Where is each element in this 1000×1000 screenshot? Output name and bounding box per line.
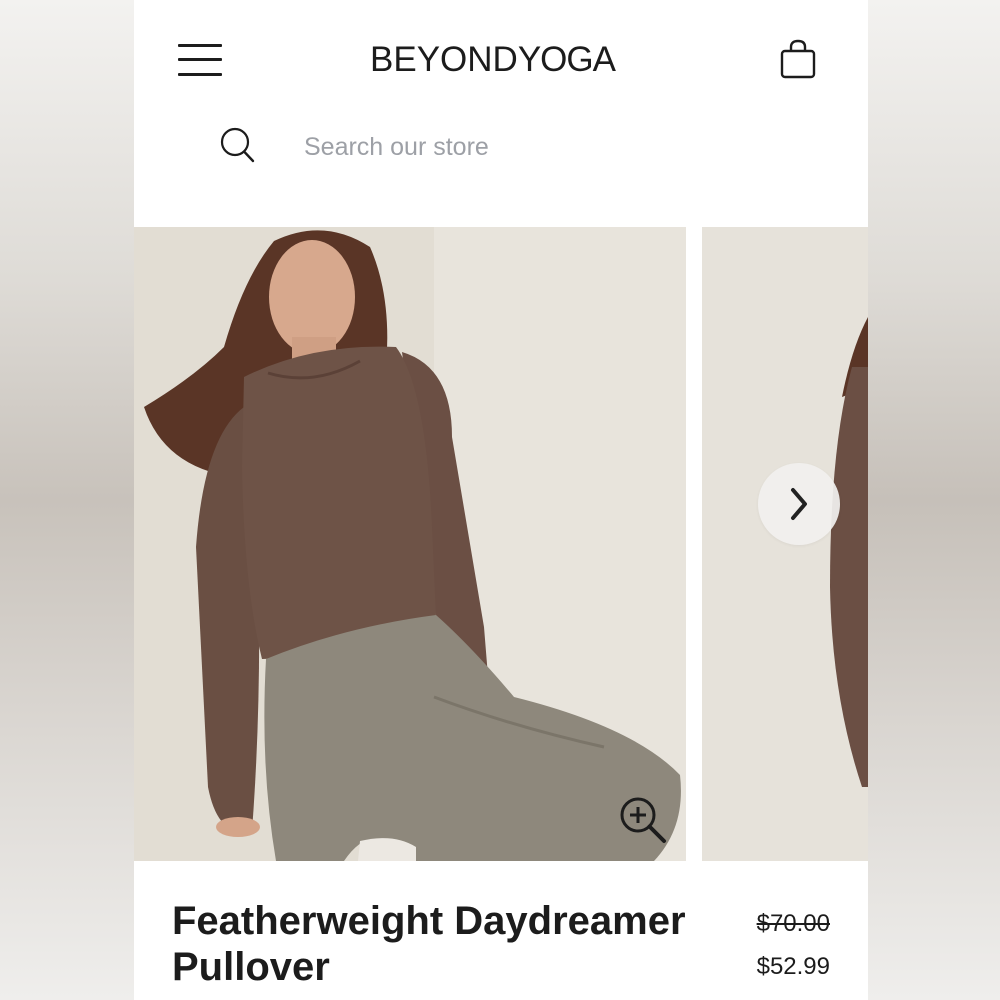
- search-icon[interactable]: [220, 125, 256, 165]
- product-photo-main[interactable]: [134, 227, 686, 861]
- original-price: $70.00: [756, 910, 830, 937]
- blurred-background-right: [868, 0, 1000, 1000]
- zoom-in-icon[interactable]: [618, 795, 670, 847]
- product-image-carousel[interactable]: [134, 227, 868, 861]
- blurred-background-left: [0, 0, 134, 1000]
- logo-word-beyond: BEYOND: [370, 40, 518, 79]
- chevron-right-icon: [791, 488, 807, 520]
- search-input[interactable]: [302, 126, 726, 168]
- next-image-button[interactable]: [758, 463, 840, 545]
- hamburger-menu-icon[interactable]: [178, 42, 222, 78]
- mobile-page: BEYONDYOGA Search our store Featherweigh…: [134, 0, 868, 1000]
- product-photo-next[interactable]: [702, 227, 868, 861]
- shopping-bag-icon[interactable]: [780, 38, 816, 80]
- logo-word-yoga: YOGA: [517, 40, 616, 79]
- product-title: Featherweight Daydreamer Pullover: [172, 899, 686, 989]
- sale-price: $52.99: [756, 953, 830, 980]
- brand-logo[interactable]: BEYONDYOGA: [370, 38, 616, 82]
